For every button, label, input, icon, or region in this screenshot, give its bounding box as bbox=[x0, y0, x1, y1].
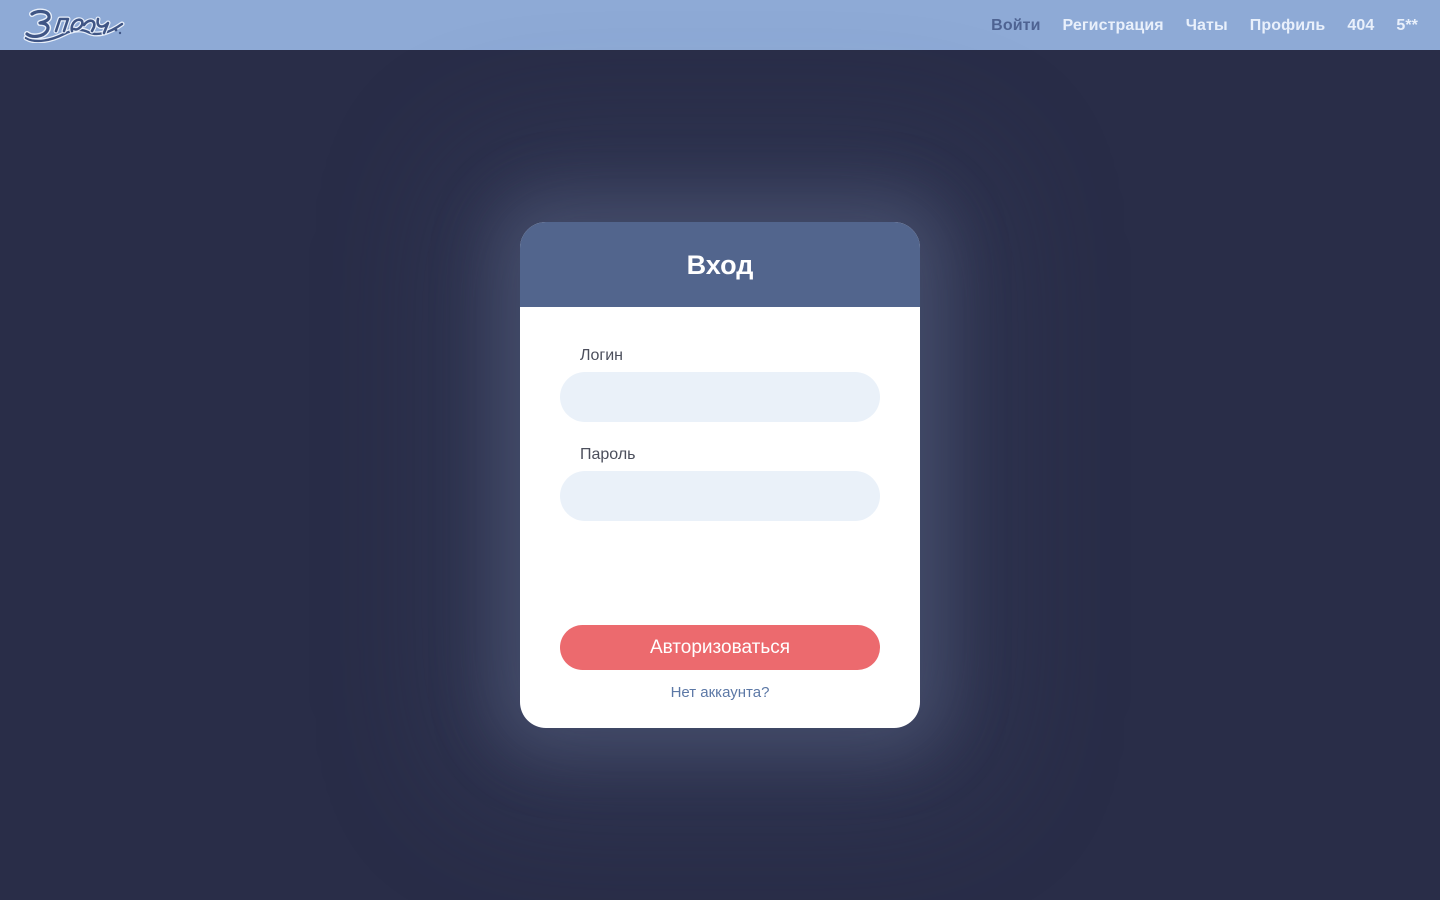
top-navigation-bar: Войти Регистрация Чаты Профиль 404 5** bbox=[0, 0, 1440, 50]
login-card-header: Вход bbox=[520, 222, 920, 307]
password-input[interactable] bbox=[560, 471, 880, 521]
login-field-label: Логин bbox=[580, 347, 624, 364]
login-form: Логин Пароль Авторизоваться Нет аккаунта… bbox=[520, 307, 920, 701]
login-card: Вход Логин Пароль Авторизоваться Нет акк… bbox=[520, 222, 920, 728]
login-input[interactable] bbox=[560, 372, 880, 422]
login-title: Вход bbox=[686, 250, 754, 280]
brand-logo-icon[interactable] bbox=[22, 7, 126, 43]
no-account-link[interactable]: Нет аккаунта? bbox=[560, 684, 880, 701]
password-field-label: Пароль bbox=[580, 446, 636, 463]
nav-item-chats[interactable]: Чаты bbox=[1186, 17, 1228, 35]
nav-item-login[interactable]: Войти bbox=[991, 17, 1040, 35]
main-content: Вход Логин Пароль Авторизоваться Нет акк… bbox=[0, 50, 1440, 900]
main-navigation: Войти Регистрация Чаты Профиль 404 5** bbox=[969, 1, 1418, 51]
nav-item-5xx[interactable]: 5** bbox=[1396, 17, 1418, 35]
authorize-button[interactable]: Авторизоваться bbox=[560, 625, 880, 670]
nav-item-registration[interactable]: Регистрация bbox=[1063, 17, 1164, 35]
nav-item-404[interactable]: 404 bbox=[1347, 17, 1374, 35]
nav-item-profile[interactable]: Профиль bbox=[1250, 17, 1326, 35]
